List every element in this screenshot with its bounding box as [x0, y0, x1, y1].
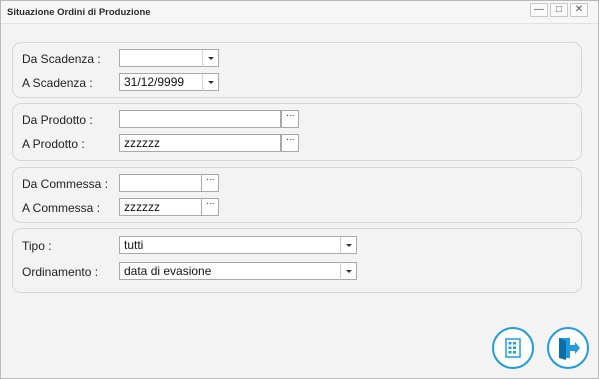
a-scadenza-dropdown-button[interactable]	[202, 73, 219, 91]
da-scadenza-label: Da Scadenza :	[22, 52, 101, 66]
a-commessa-lookup-button[interactable]: ···	[201, 198, 219, 216]
exit-button[interactable]	[547, 327, 589, 369]
close-button[interactable]: ✕	[570, 3, 588, 17]
a-prodotto-field[interactable]: zzzzzz	[119, 134, 281, 152]
ordinamento-select[interactable]: data di evasione	[119, 262, 341, 280]
a-prodotto-label: A Prodotto :	[22, 137, 85, 151]
da-commessa-field[interactable]	[119, 174, 202, 192]
grid-report-icon	[505, 338, 521, 358]
da-prodotto-field[interactable]	[119, 110, 281, 128]
scadenza-group	[12, 42, 582, 98]
da-scadenza-dropdown-button[interactable]	[202, 49, 219, 67]
window-title: Situazione Ordini di Produzione	[7, 7, 151, 18]
ordinamento-dropdown-button[interactable]	[340, 262, 357, 280]
a-scadenza-label: A Scadenza :	[22, 76, 93, 90]
da-commessa-label: Da Commessa :	[22, 177, 109, 191]
minimize-button[interactable]: —	[530, 3, 548, 17]
da-prodotto-lookup-button[interactable]: ···	[281, 110, 299, 128]
tipo-select[interactable]: tutti	[119, 236, 341, 254]
da-prodotto-label: Da Prodotto :	[22, 113, 93, 127]
a-commessa-field[interactable]: zzzzzz	[119, 198, 202, 216]
a-commessa-label: A Commessa :	[22, 201, 101, 215]
title-bar: Situazione Ordini di Produzione — □ ✕	[1, 1, 598, 24]
tipo-label: Tipo :	[22, 239, 52, 253]
ordinamento-label: Ordinamento :	[22, 265, 99, 279]
close-icon: ✕	[574, 4, 584, 15]
maximize-icon: □	[555, 4, 563, 15]
da-scadenza-field[interactable]	[119, 49, 203, 67]
minimize-icon: —	[534, 4, 544, 15]
exit-door-icon	[559, 338, 580, 360]
dialog-window: Situazione Ordini di Produzione — □ ✕ Da…	[0, 0, 599, 379]
maximize-button[interactable]: □	[550, 3, 568, 17]
da-commessa-lookup-button[interactable]: ···	[201, 174, 219, 192]
tipo-dropdown-button[interactable]	[340, 236, 357, 254]
report-button[interactable]	[492, 327, 534, 369]
a-prodotto-lookup-button[interactable]: ···	[281, 134, 299, 152]
a-scadenza-field[interactable]: 31/12/9999	[119, 73, 203, 91]
